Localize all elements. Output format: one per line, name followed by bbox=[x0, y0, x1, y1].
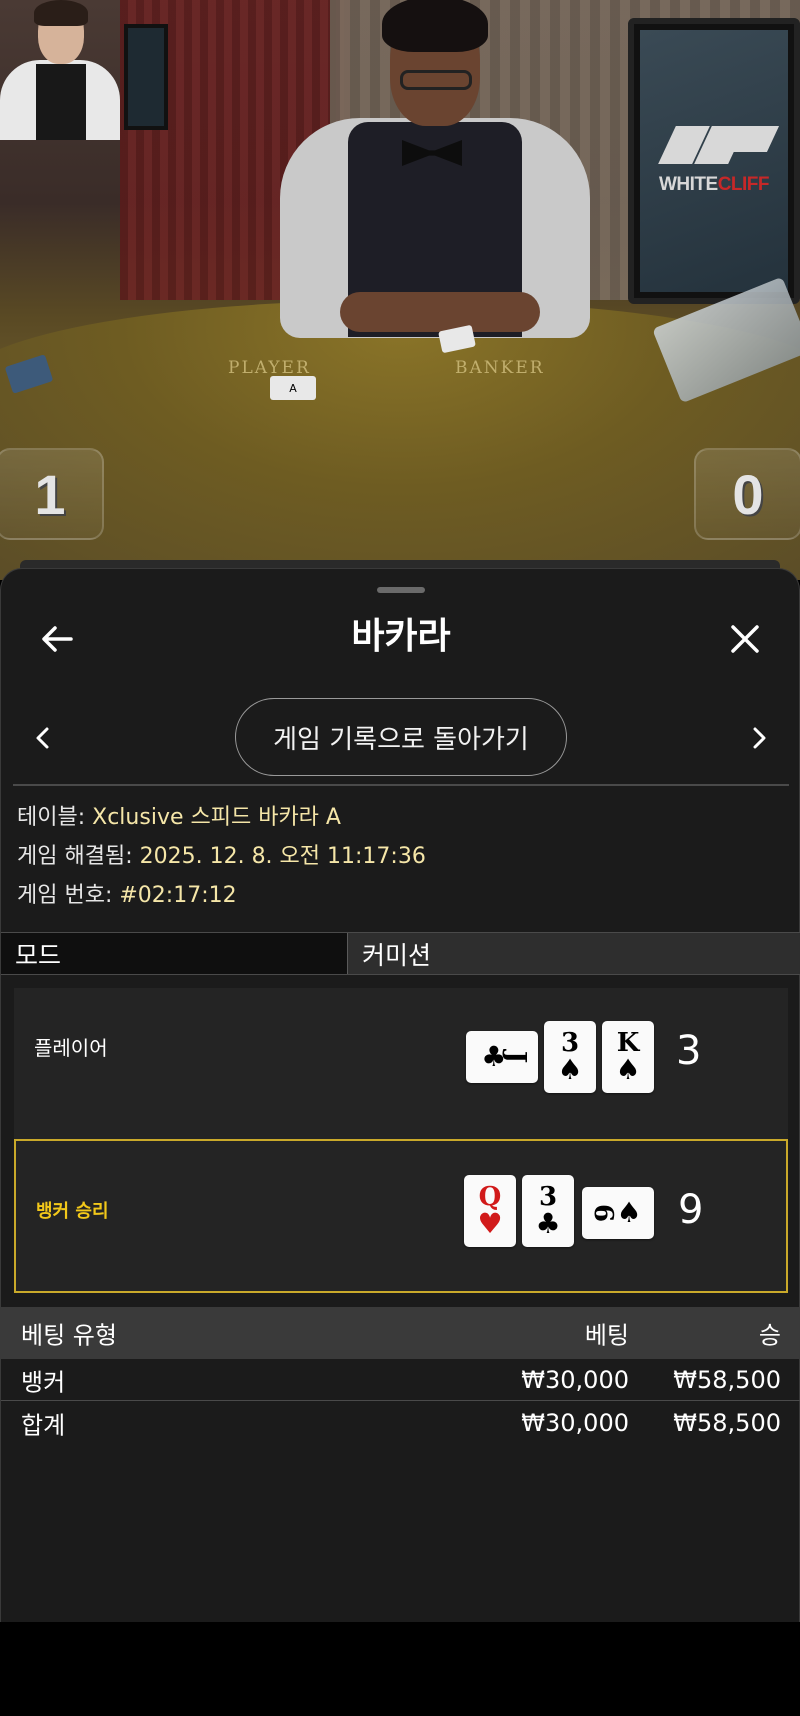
felt-label-player: PLAYER bbox=[228, 358, 311, 378]
whitecliff-logo-icon bbox=[658, 126, 780, 164]
total-bet-cell: ₩30,000 bbox=[521, 1409, 629, 1437]
tab-mode[interactable]: 모드 bbox=[1, 933, 347, 974]
table-info: 테이블: Xclusive 스피드 바카라 A bbox=[17, 803, 341, 833]
bets-table-header: 베팅 유형 베팅 승 bbox=[1, 1307, 800, 1359]
player-card-1: ♣ J bbox=[466, 1031, 538, 1083]
resolved-time-info: 게임 해결됨: 2025. 12. 8. 오전 11:17:36 bbox=[17, 842, 426, 872]
card-rank: J bbox=[501, 1050, 532, 1064]
total-row: 합계 ₩30,000 ₩58,500 bbox=[1, 1402, 800, 1444]
col-win-amount: 승 bbox=[758, 1321, 781, 1350]
table-info-value: Xclusive 스피드 바카라 A bbox=[92, 805, 341, 830]
banker-hand-total: 9 bbox=[678, 1187, 704, 1233]
banker-hand: 뱅커 승리 Q ♥ 3 ♣ 6 ♠ 9 bbox=[14, 1139, 788, 1293]
card-suit: ♠ bbox=[557, 1053, 583, 1086]
banker-card-1: Q ♥ bbox=[464, 1175, 516, 1247]
table-row: 뱅커 ₩30,000 ₩58,500 bbox=[1, 1359, 800, 1401]
drag-handle[interactable] bbox=[377, 587, 425, 593]
chevron-right-icon bbox=[753, 727, 766, 749]
banker-card-2: 3 ♣ bbox=[522, 1175, 574, 1247]
resolved-time-label: 게임 해결됨: bbox=[17, 844, 140, 869]
resolved-time-value: 2025. 12. 8. 오전 11:17:36 bbox=[139, 844, 426, 869]
arrow-left-icon bbox=[42, 626, 73, 652]
col-bet-type: 베팅 유형 bbox=[21, 1321, 117, 1350]
close-button[interactable] bbox=[715, 609, 775, 669]
bet-amount-cell: ₩30,000 bbox=[521, 1365, 629, 1394]
total-label: 합계 bbox=[21, 1411, 66, 1440]
banker-win-label: 뱅커 승리 bbox=[36, 1201, 109, 1222]
player-hand-total: 3 bbox=[676, 1028, 702, 1074]
banker-card-3: 6 ♠ bbox=[582, 1187, 654, 1239]
table-info-label: 테이블: bbox=[17, 805, 93, 830]
page-title: 바카라 bbox=[351, 616, 451, 657]
card-rank: 6 bbox=[588, 1203, 619, 1223]
game-detail-sheet: 바카라 게임 기록으로 돌아가기 테이블: Xclusive 스피드 바카라 A… bbox=[0, 568, 800, 1622]
background-monitor bbox=[124, 24, 168, 130]
brand-monitor: WHITECLIFF bbox=[628, 18, 800, 304]
previous-game-button[interactable] bbox=[23, 703, 63, 773]
dealer bbox=[240, 0, 630, 360]
card-suit: ♠ bbox=[615, 1053, 641, 1086]
return-to-history-button[interactable]: 게임 기록으로 돌아가기 bbox=[235, 698, 567, 776]
back-button[interactable] bbox=[27, 609, 87, 669]
close-icon bbox=[731, 625, 759, 653]
bet-type-cell: 뱅커 bbox=[21, 1368, 66, 1396]
brand-wordmark: WHITECLIFF bbox=[658, 174, 770, 195]
player-card-3: K ♠ bbox=[602, 1021, 654, 1093]
round-number-info: 게임 번호: #02:17:12 bbox=[17, 881, 237, 911]
round-number-label: 게임 번호: bbox=[17, 883, 120, 908]
card-suit: ♠ bbox=[616, 1196, 642, 1229]
mode-tabs: 모드 커미션 bbox=[1, 932, 800, 975]
round-number-value: #02:17:12 bbox=[119, 883, 237, 908]
player-card-2: 3 ♠ bbox=[544, 1021, 596, 1093]
col-bet-amount: 베팅 bbox=[584, 1321, 629, 1350]
dealt-card: A bbox=[270, 376, 316, 400]
player-hand: 플레이어 ♣ J 3 ♠ K ♠ 3 bbox=[14, 988, 788, 1142]
player-score-badge: 1 bbox=[0, 448, 104, 540]
player-hand-label: 플레이어 bbox=[34, 1036, 108, 1060]
chevron-left-icon bbox=[36, 727, 49, 749]
next-game-button[interactable] bbox=[739, 703, 779, 773]
total-win-cell: ₩58,500 bbox=[673, 1409, 781, 1437]
card-suit: ♥ bbox=[477, 1207, 503, 1240]
tab-commission[interactable]: 커미션 bbox=[347, 933, 800, 974]
banker-score-badge: 0 bbox=[694, 448, 800, 540]
felt-label-banker: BANKER bbox=[455, 358, 545, 378]
card-suit: ♣ bbox=[535, 1207, 561, 1240]
win-amount-cell: ₩58,500 bbox=[673, 1365, 781, 1394]
page: WHITECLIFF PLAYER BANKER A 1 0 바카라 게임 기록… bbox=[0, 0, 800, 1716]
background-dealer bbox=[0, 0, 130, 160]
divider bbox=[13, 784, 789, 786]
live-video-feed: WHITECLIFF PLAYER BANKER A 1 0 bbox=[0, 0, 800, 580]
